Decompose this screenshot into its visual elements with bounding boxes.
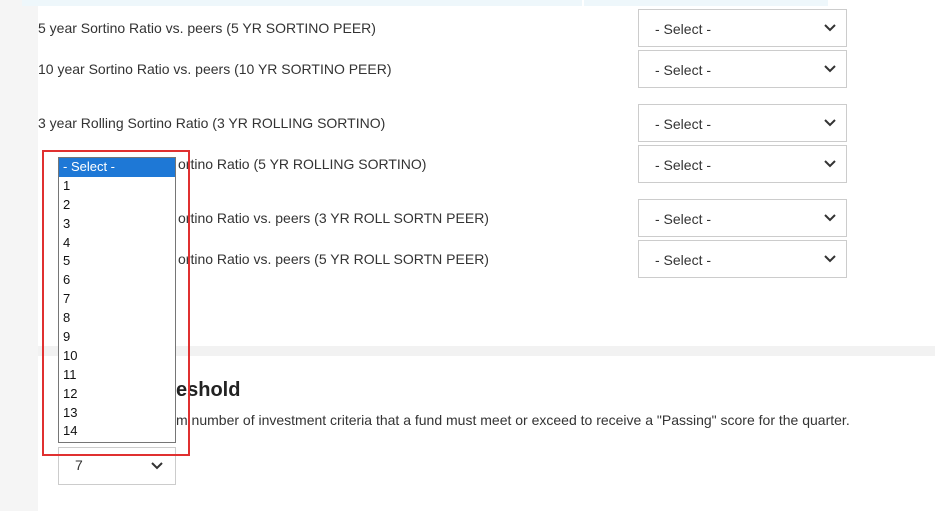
criteria-label-5yr-sortino-peer: 5 year Sortino Ratio vs. peers (5 YR SOR… bbox=[38, 20, 376, 36]
chevron-down-icon bbox=[824, 24, 836, 32]
criteria-select-10yr-sortino-peer[interactable]: - Select - bbox=[638, 50, 847, 88]
criteria-select-5yr-roll-sortn-peer[interactable]: - Select - bbox=[638, 240, 847, 278]
select-value: - Select - bbox=[655, 21, 712, 37]
dropdown-option[interactable]: 2 bbox=[59, 196, 175, 215]
left-gutter bbox=[0, 0, 38, 511]
threshold-heading: eshold bbox=[176, 379, 241, 401]
criteria-select-3yr-roll-sortn-peer[interactable]: - Select - bbox=[638, 199, 847, 237]
dropdown-option[interactable]: 6 bbox=[59, 271, 175, 290]
dropdown-option[interactable]: 4 bbox=[59, 234, 175, 253]
threshold-select[interactable]: 7 bbox=[58, 447, 176, 485]
chevron-down-icon bbox=[824, 160, 836, 168]
dropdown-option[interactable]: 3 bbox=[59, 215, 175, 234]
top-table-edge bbox=[22, 0, 828, 6]
dropdown-option[interactable]: - Select - bbox=[59, 158, 175, 177]
dropdown-option[interactable]: 14 bbox=[59, 422, 175, 441]
select-value: - Select - bbox=[655, 157, 712, 173]
select-value: - Select - bbox=[655, 211, 712, 227]
criteria-label-5yr-roll-sortn-peer: ortino Ratio vs. peers (5 YR ROLL SORTN … bbox=[178, 251, 489, 267]
threshold-description: m number of investment criteria that a f… bbox=[176, 412, 850, 428]
select-value: - Select - bbox=[655, 62, 712, 78]
criteria-select-3yr-rolling-sortino[interactable]: - Select - bbox=[638, 104, 847, 142]
dropdown-option[interactable]: 13 bbox=[59, 404, 175, 423]
chevron-down-icon bbox=[824, 255, 836, 263]
select-value: - Select - bbox=[655, 252, 712, 268]
chevron-down-icon bbox=[824, 65, 836, 73]
dropdown-option[interactable]: 10 bbox=[59, 347, 175, 366]
criteria-label-3yr-roll-sortn-peer: ortino Ratio vs. peers (3 YR ROLL SORTN … bbox=[178, 210, 489, 226]
dropdown-options-list[interactable]: - Select - 1 2 3 4 5 6 7 8 9 10 11 12 13… bbox=[58, 157, 176, 443]
criteria-select-5yr-rolling-sortino[interactable]: - Select - bbox=[638, 145, 847, 183]
criteria-label-3yr-rolling-sortino: 3 year Rolling Sortino Ratio (3 YR ROLLI… bbox=[38, 115, 386, 131]
criteria-label-10yr-sortino-peer: 10 year Sortino Ratio vs. peers (10 YR S… bbox=[38, 61, 392, 77]
criteria-select-5yr-sortino-peer[interactable]: - Select - bbox=[638, 9, 847, 47]
select-value: 7 bbox=[75, 457, 83, 473]
dropdown-option[interactable]: 1 bbox=[59, 177, 175, 196]
chevron-down-icon bbox=[151, 462, 163, 470]
chevron-down-icon bbox=[824, 214, 836, 222]
select-value: - Select - bbox=[655, 116, 712, 132]
criteria-label-5yr-rolling-sortino: ortino Ratio (5 YR ROLLING SORTINO) bbox=[178, 156, 427, 172]
dropdown-option[interactable]: 9 bbox=[59, 328, 175, 347]
dropdown-option[interactable]: 12 bbox=[59, 385, 175, 404]
dropdown-option[interactable]: 7 bbox=[59, 290, 175, 309]
dropdown-option[interactable]: 11 bbox=[59, 366, 175, 385]
dropdown-option[interactable]: 5 bbox=[59, 252, 175, 271]
dropdown-option[interactable]: 8 bbox=[59, 309, 175, 328]
chevron-down-icon bbox=[824, 119, 836, 127]
